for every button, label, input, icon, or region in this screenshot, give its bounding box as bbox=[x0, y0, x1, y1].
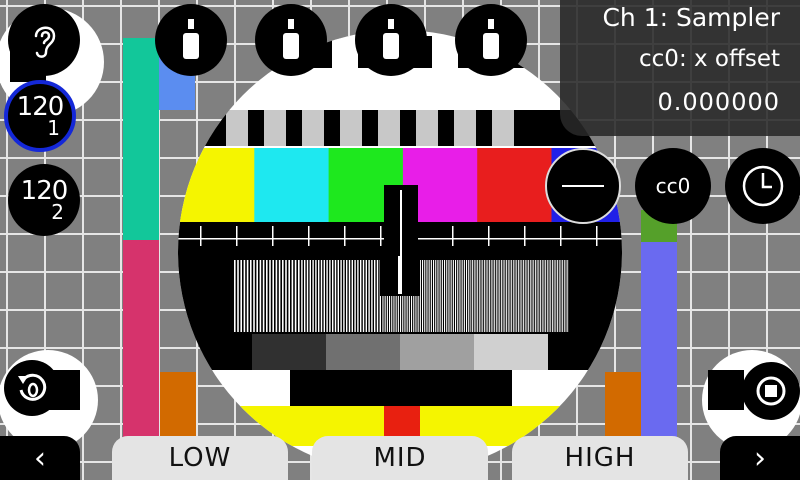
reset-icon bbox=[18, 373, 47, 401]
ear-icon bbox=[34, 26, 56, 58]
reset-button[interactable] bbox=[4, 360, 60, 416]
jack-icon bbox=[483, 19, 499, 59]
chevron-right-icon: › bbox=[754, 440, 766, 476]
stop-icon bbox=[756, 376, 786, 406]
cc-select-button[interactable]: cc0 bbox=[635, 148, 711, 224]
tab-label: LOW bbox=[168, 443, 232, 473]
program-bank: 1 bbox=[47, 116, 60, 140]
tab-mid[interactable]: MID bbox=[312, 436, 488, 480]
cc-label: cc0 bbox=[655, 174, 691, 198]
tab-label: MID bbox=[373, 443, 427, 473]
control-value: 0.000000 bbox=[657, 88, 780, 116]
tab-low[interactable]: LOW bbox=[112, 436, 288, 480]
output-jack-button-1[interactable] bbox=[355, 4, 427, 76]
parameter-info-panel: Ch 1: Sampler cc0: x offset 0.000000 bbox=[560, 0, 800, 136]
output-jack-button-2[interactable] bbox=[455, 4, 527, 76]
chevron-left-icon: ‹ bbox=[34, 440, 46, 476]
jack-icon bbox=[283, 19, 299, 59]
listen-button[interactable] bbox=[8, 4, 80, 76]
channel-title: Ch 1: Sampler bbox=[602, 3, 780, 32]
next-page-button[interactable]: › bbox=[720, 436, 800, 480]
stop-button[interactable] bbox=[742, 362, 800, 420]
curve-type-button[interactable] bbox=[545, 148, 621, 224]
program-number: 120 bbox=[20, 176, 69, 206]
program-bank: 2 bbox=[51, 200, 64, 224]
line-icon bbox=[562, 185, 604, 187]
input-jack-button-1[interactable] bbox=[155, 4, 227, 76]
tab-label: HIGH bbox=[564, 443, 636, 473]
jack-icon bbox=[383, 19, 399, 59]
prev-page-button[interactable]: ‹ bbox=[0, 436, 80, 480]
tab-high[interactable]: HIGH bbox=[512, 436, 688, 480]
tempo-button[interactable] bbox=[725, 148, 800, 224]
clock-icon bbox=[742, 165, 784, 207]
program-button-1[interactable]: 120 1 bbox=[4, 80, 76, 152]
jack-icon bbox=[183, 19, 199, 59]
program-button-2[interactable]: 120 2 bbox=[8, 164, 80, 236]
program-number: 120 bbox=[16, 92, 65, 122]
input-jack-button-2[interactable] bbox=[255, 4, 327, 76]
control-name: cc0: x offset bbox=[639, 46, 780, 72]
